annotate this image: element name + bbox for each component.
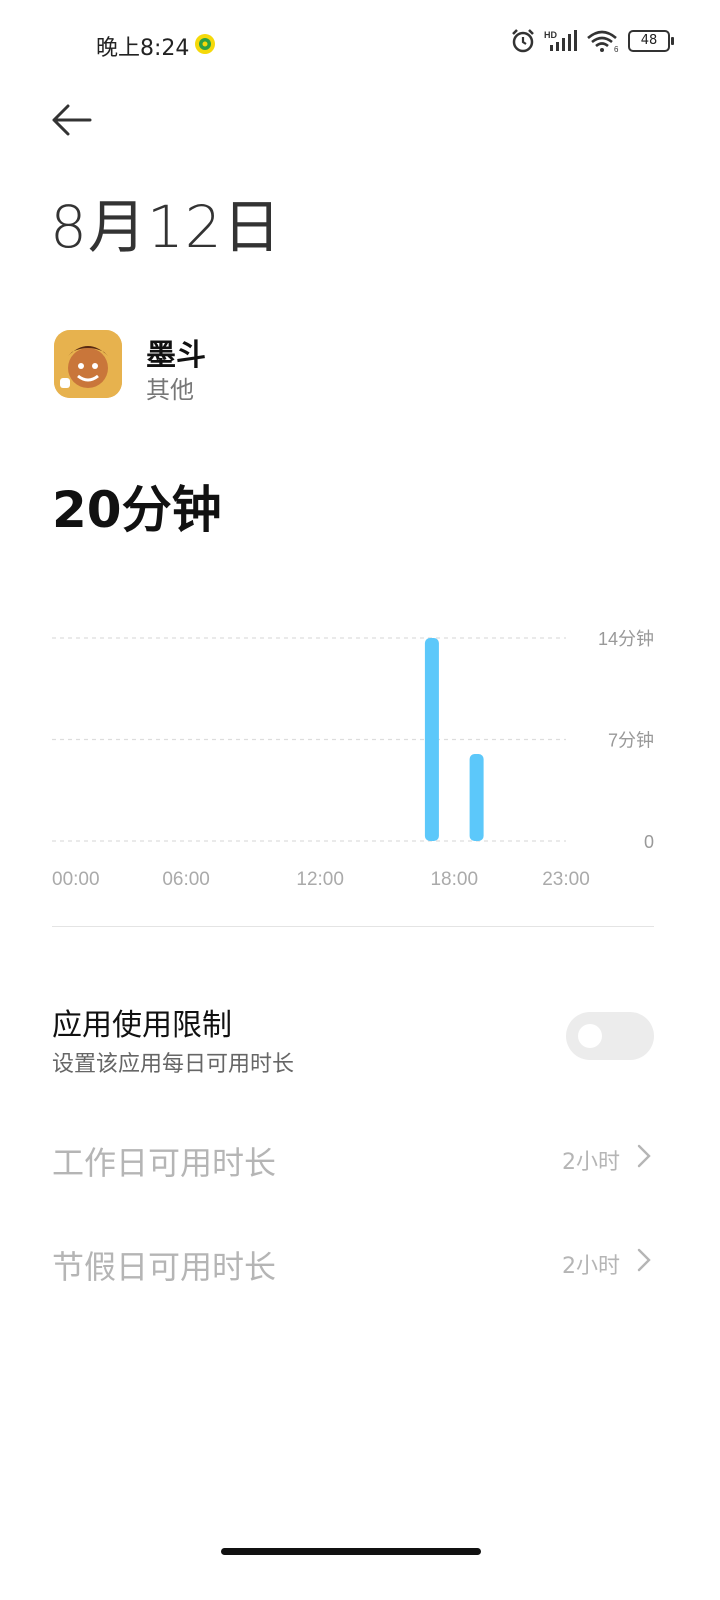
chart-bar <box>424 638 439 841</box>
chart-x-tick-label: 18:00 <box>430 869 478 890</box>
cellular-signal-icon: HD <box>544 30 577 51</box>
holiday-limit-label: 节假日可用时长 <box>52 1248 277 1286</box>
chart-x-tick-label: 23:00 <box>542 869 590 890</box>
wifi-label: 6 <box>614 45 619 53</box>
back-arrow-icon[interactable] <box>48 100 96 140</box>
limit-subtitle: 设置该应用每日可用时长 <box>52 1052 295 1077</box>
app-category: 其他 <box>146 376 194 404</box>
battery-icon: 48 <box>628 30 674 52</box>
chart-y-tick-label: 7分钟 <box>608 731 654 751</box>
limit-toggle[interactable] <box>566 1012 654 1060</box>
status-bar: 晚上8:24 HD 6 48 <box>0 0 720 90</box>
holiday-limit-row[interactable]: 节假日可用时长 2小时 <box>52 1232 654 1292</box>
chart-bar <box>469 754 484 841</box>
app-icon <box>54 330 122 398</box>
chart-y-tick-label: 14分钟 <box>598 629 654 649</box>
status-time: 晚上8:24 <box>96 36 190 61</box>
chart-y-tick-label: 0 <box>644 832 654 852</box>
home-indicator[interactable] <box>221 1548 481 1555</box>
weekday-limit-label: 工作日可用时长 <box>52 1144 277 1182</box>
chevron-right-icon <box>637 1144 651 1168</box>
app-icon-image <box>54 330 122 398</box>
battery-level: 48 <box>640 33 658 48</box>
alarm-icon <box>512 29 534 53</box>
divider <box>52 926 654 927</box>
chart-x-tick-label: 00:00 <box>52 869 100 890</box>
toggle-knob <box>578 1024 602 1048</box>
chevron-right-icon <box>637 1248 651 1272</box>
chart-x-tick-label: 12:00 <box>296 869 344 890</box>
limit-title: 应用使用限制 <box>52 1008 232 1043</box>
weekday-limit-value: 2小时 <box>562 1150 620 1175</box>
page-title: 8月12日 <box>50 193 282 261</box>
wifi-icon: 6 <box>587 30 619 53</box>
total-usage-time: 20分钟 <box>52 481 222 539</box>
app-name: 墨斗 <box>146 338 206 373</box>
chart-x-tick-label: 06:00 <box>162 869 210 890</box>
usage-bar-chart: 14分钟 7分钟 0 00:00 06:00 12:00 18:00 23:00 <box>52 629 654 890</box>
status-icons: HD 6 48 <box>510 28 674 54</box>
holiday-limit-value: 2小时 <box>562 1254 620 1279</box>
network-label: HD <box>544 30 557 40</box>
weekday-limit-row[interactable]: 工作日可用时长 2小时 <box>52 1128 654 1188</box>
notification-app-icon <box>195 34 215 54</box>
